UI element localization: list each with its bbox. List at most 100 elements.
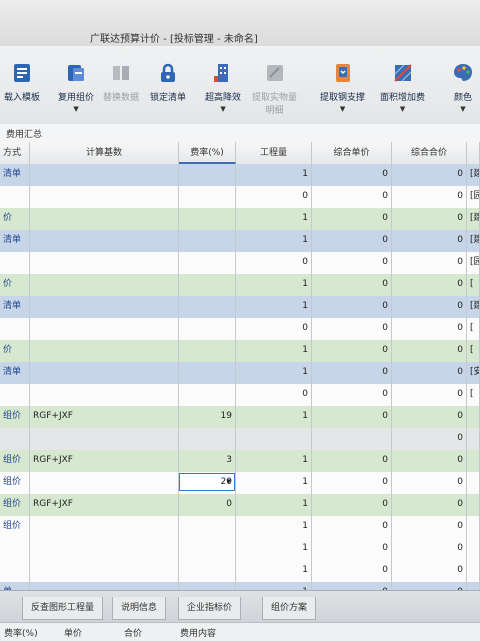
table-cell[interactable]: 0 bbox=[312, 186, 392, 208]
table-cell[interactable]: 组价 bbox=[0, 494, 30, 516]
area-fee-dropdown-icon[interactable]: ▼ bbox=[400, 105, 405, 113]
color-dropdown-icon[interactable]: ▼ bbox=[460, 105, 465, 113]
table-cell[interactable]: 1 bbox=[236, 230, 312, 252]
table-cell[interactable]: 价 bbox=[0, 340, 30, 362]
table-cell[interactable] bbox=[467, 560, 480, 582]
table-cell[interactable]: 0 bbox=[236, 318, 312, 340]
tab-reverse-lookup[interactable]: 反查图形工程量 bbox=[22, 597, 104, 620]
table-cell[interactable] bbox=[30, 340, 179, 362]
table-cell[interactable]: 1 bbox=[236, 450, 312, 472]
table-cell[interactable]: [园 bbox=[467, 186, 480, 208]
table-cell[interactable]: 清单 bbox=[0, 362, 30, 384]
table-row[interactable]: 清单100[建 bbox=[0, 230, 480, 253]
table-cell[interactable]: 0 bbox=[236, 186, 312, 208]
table-cell[interactable] bbox=[30, 538, 179, 560]
table-cell[interactable] bbox=[179, 340, 236, 362]
table-cell[interactable]: 组价 bbox=[0, 516, 30, 538]
reuse-price-button[interactable]: 复用组价 ▼ bbox=[58, 52, 94, 118]
tab-enterprise-price[interactable]: 企业指标价 bbox=[178, 597, 242, 620]
table-cell[interactable] bbox=[30, 318, 179, 340]
table-cell[interactable]: 组价 bbox=[0, 472, 30, 494]
table-cell[interactable]: 1 bbox=[236, 296, 312, 318]
table-row[interactable]: 清单100[安 bbox=[0, 362, 480, 385]
extract-steel-dropdown-icon[interactable]: ▼ bbox=[340, 105, 345, 113]
table-cell[interactable]: [ bbox=[467, 318, 480, 340]
table-cell[interactable] bbox=[467, 406, 480, 428]
table-cell[interactable] bbox=[30, 428, 179, 450]
table-cell[interactable] bbox=[236, 428, 312, 450]
table-cell[interactable] bbox=[30, 164, 179, 186]
table-cell[interactable] bbox=[0, 428, 30, 450]
table-cell[interactable] bbox=[179, 252, 236, 274]
table-row[interactable]: 价100[建 bbox=[0, 208, 480, 231]
table-cell[interactable]: 1 bbox=[236, 274, 312, 296]
table-cell[interactable] bbox=[467, 428, 480, 450]
table-cell[interactable]: 0 bbox=[312, 406, 392, 428]
table-row[interactable]: 0 0 0[ bbox=[0, 384, 480, 407]
table-row[interactable]: 组价 20 ▾ 1 0 0 bbox=[0, 472, 480, 495]
table-cell[interactable]: 清单 bbox=[0, 230, 30, 252]
table-cell[interactable]: RGF+JXF bbox=[30, 494, 179, 516]
table-cell[interactable]: 0 bbox=[312, 274, 392, 296]
table-cell[interactable]: 0 bbox=[392, 450, 467, 472]
table-cell[interactable]: 1 bbox=[236, 208, 312, 230]
load-template-button[interactable]: 载入模板 bbox=[4, 52, 40, 118]
table-cell[interactable]: 1 bbox=[236, 406, 312, 428]
table-cell[interactable]: 0 bbox=[392, 406, 467, 428]
tab-description[interactable]: 说明信息 bbox=[112, 597, 167, 620]
super-high-button[interactable]: 超高降效 ▼ bbox=[205, 52, 241, 118]
table-cell[interactable]: 0 bbox=[392, 164, 467, 186]
table-cell[interactable]: [ bbox=[467, 274, 480, 296]
tab-pricing-plan[interactable]: 组价方案 bbox=[262, 597, 317, 620]
table-row[interactable]: 价 1 0 0[ bbox=[0, 274, 480, 297]
table-row[interactable]: 100 bbox=[0, 560, 480, 583]
reuse-price-dropdown-icon[interactable]: ▼ bbox=[73, 105, 78, 113]
table-cell[interactable]: 清单 bbox=[0, 296, 30, 318]
table-cell[interactable]: 0 bbox=[312, 252, 392, 274]
column-header-rate[interactable]: 费率(%) bbox=[179, 142, 236, 164]
table-cell[interactable] bbox=[179, 384, 236, 406]
super-high-dropdown-icon[interactable]: ▼ bbox=[220, 105, 225, 113]
table-cell[interactable]: 清单 bbox=[0, 164, 30, 186]
table-cell[interactable]: 0 bbox=[392, 340, 467, 362]
table-cell[interactable] bbox=[0, 252, 30, 274]
table-cell[interactable]: 20 ▾ bbox=[179, 472, 236, 494]
table-cell[interactable]: RGF+JXF bbox=[30, 406, 179, 428]
table-cell[interactable]: 0 bbox=[392, 582, 467, 590]
column-header-quantity[interactable]: 工程量 bbox=[236, 142, 312, 164]
table-row[interactable]: 清单100[建 bbox=[0, 164, 480, 187]
table-row[interactable]: 单100 bbox=[0, 582, 480, 590]
table-cell[interactable]: 0 bbox=[312, 560, 392, 582]
table-cell[interactable] bbox=[467, 450, 480, 472]
color-button[interactable]: 颜色 ▼ bbox=[452, 52, 474, 118]
extract-steel-button[interactable]: 提取钢支撑 ▼ bbox=[320, 52, 365, 118]
column-header-total-price[interactable]: 综合合价 bbox=[392, 142, 467, 164]
table-cell[interactable] bbox=[179, 208, 236, 230]
table-cell[interactable]: 1 bbox=[236, 560, 312, 582]
table-cell[interactable] bbox=[0, 384, 30, 406]
table-cell[interactable]: 单 bbox=[0, 582, 30, 590]
table-cell[interactable] bbox=[179, 362, 236, 384]
table-cell[interactable]: 1 bbox=[236, 472, 312, 494]
table-cell[interactable]: 0 bbox=[392, 296, 467, 318]
table-cell[interactable]: 1 bbox=[236, 340, 312, 362]
table-cell[interactable]: 0 bbox=[236, 384, 312, 406]
table-cell[interactable]: 1 bbox=[236, 582, 312, 590]
table-row[interactable]: 价 1 0 0[ bbox=[0, 340, 480, 363]
table-cell[interactable] bbox=[179, 230, 236, 252]
extract-quantity-button[interactable]: 提取实物量 明细 bbox=[252, 52, 297, 118]
table-cell[interactable] bbox=[0, 186, 30, 208]
table-cell[interactable] bbox=[0, 318, 30, 340]
table-cell[interactable] bbox=[312, 428, 392, 450]
table-cell[interactable] bbox=[30, 472, 179, 494]
table-row[interactable]: 0 0 0[ bbox=[0, 318, 480, 341]
table-cell[interactable]: [ bbox=[467, 340, 480, 362]
table-cell[interactable] bbox=[179, 296, 236, 318]
table-cell[interactable]: 0 bbox=[392, 516, 467, 538]
table-cell[interactable] bbox=[30, 274, 179, 296]
table-cell[interactable]: 0 bbox=[312, 384, 392, 406]
table-cell[interactable]: 1 bbox=[236, 362, 312, 384]
table-cell[interactable]: 19 bbox=[179, 406, 236, 428]
table-row[interactable]: 组价 1 0 0 bbox=[0, 516, 480, 539]
chevron-down-icon[interactable]: ▾ bbox=[226, 472, 231, 493]
